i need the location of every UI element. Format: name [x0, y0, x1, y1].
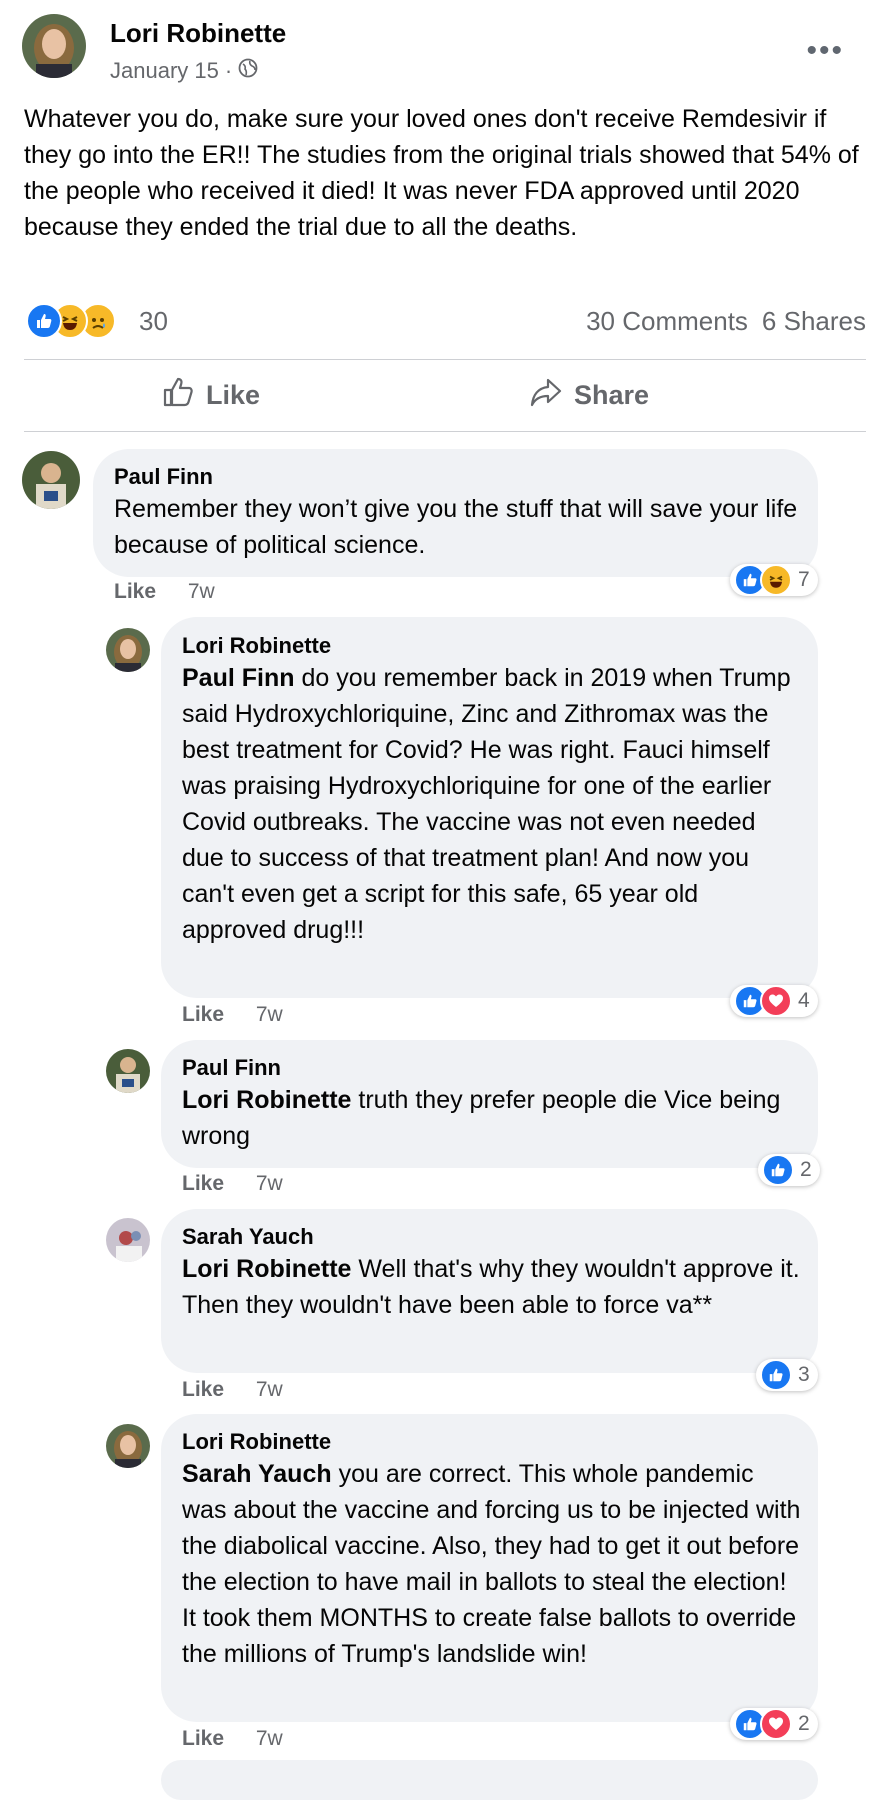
shares-count[interactable]: 6 Shares: [762, 306, 866, 337]
comment-meta: Like 7w: [182, 1172, 283, 1196]
reaction-count: 4: [798, 989, 810, 1012]
like-icon: [760, 1359, 792, 1391]
comment-body: do you remember back in 2019 when Trump …: [182, 664, 791, 944]
reaction-count: 7: [798, 568, 810, 591]
comment-time[interactable]: 7w: [256, 1378, 283, 1401]
share-button[interactable]: Share: [530, 376, 649, 415]
comment-author[interactable]: Paul Finn: [114, 464, 213, 490]
comment-reactions[interactable]: 7: [730, 564, 818, 596]
comment-time[interactable]: 7w: [256, 1172, 283, 1195]
like-button[interactable]: Like: [162, 376, 260, 415]
post-date-text[interactable]: January 15: [110, 58, 219, 84]
commenter-avatar[interactable]: [106, 1049, 150, 1093]
comment-reactions[interactable]: 3: [756, 1359, 818, 1391]
post-author-name[interactable]: Lori Robinette: [110, 18, 286, 49]
like-button-label: Like: [206, 380, 261, 410]
comment-reactions[interactable]: 2: [758, 1154, 820, 1186]
comment-like-button[interactable]: Like: [182, 1727, 224, 1750]
more-options-button[interactable]: •••: [806, 34, 844, 68]
reaction-count: 2: [800, 1158, 812, 1181]
love-icon: [760, 1708, 792, 1740]
reaction-count[interactable]: 30: [139, 306, 168, 337]
commenter-avatar[interactable]: [22, 451, 80, 509]
comment-meta: Like 7w: [182, 1003, 283, 1027]
comment-reactions[interactable]: 4: [730, 985, 818, 1017]
engagement-counts: 30 Comments 6 Shares: [586, 306, 866, 337]
love-icon: [760, 985, 792, 1017]
comment-author[interactable]: Sarah Yauch: [182, 1224, 314, 1250]
date-separator: ·: [224, 58, 233, 83]
comment-like-button[interactable]: Like: [182, 1378, 224, 1401]
mention[interactable]: Lori Robinette: [182, 1255, 351, 1283]
reaction-count: 3: [798, 1363, 810, 1386]
comments-count[interactable]: 30 Comments: [586, 306, 748, 337]
comment-time[interactable]: 7w: [256, 1727, 283, 1750]
divider: [24, 359, 866, 360]
comment-author[interactable]: Lori Robinette: [182, 1429, 331, 1455]
thumbs-up-icon: [162, 376, 194, 415]
comment-text: Remember they won’t give you the stuff t…: [114, 495, 798, 559]
mention[interactable]: Paul Finn: [182, 664, 295, 692]
commenter-avatar[interactable]: [106, 628, 150, 672]
commenter-avatar[interactable]: [106, 1218, 150, 1262]
comment-time[interactable]: 7w: [256, 1003, 283, 1026]
comment-body: you are correct. This whole pandemic was…: [182, 1460, 801, 1668]
comment-reactions[interactable]: 2: [730, 1708, 818, 1740]
comment-like-button[interactable]: Like: [182, 1003, 224, 1026]
comment-text: Sarah Yauch you are correct. This whole …: [182, 1456, 804, 1672]
share-button-label: Share: [574, 380, 650, 410]
commenter-avatar[interactable]: [106, 1424, 150, 1468]
comment-author[interactable]: Lori Robinette: [182, 633, 331, 659]
reaction-count: 2: [798, 1712, 810, 1735]
comment-meta: Like 7w: [182, 1727, 283, 1751]
comment-time[interactable]: 7w: [188, 580, 215, 603]
comment-text: Lori Robinette Well that's why they woul…: [182, 1251, 804, 1323]
globe-icon: [238, 58, 258, 84]
mention[interactable]: Sarah Yauch: [182, 1460, 332, 1488]
comment-meta: Like 7w: [114, 580, 215, 604]
comment-text: Paul Finn do you remember back in 2019 w…: [182, 660, 804, 948]
comment-like-button[interactable]: Like: [114, 580, 156, 603]
like-icon: [26, 303, 62, 339]
like-icon: [762, 1154, 794, 1186]
mention[interactable]: Lori Robinette: [182, 1086, 351, 1114]
author-avatar[interactable]: [22, 14, 86, 78]
post-text: Whatever you do, make sure your loved on…: [24, 105, 859, 241]
comment-bubble: [161, 1760, 818, 1800]
comment-meta: Like 7w: [182, 1378, 283, 1402]
share-icon: [530, 376, 562, 415]
post-date: January 15 ·: [110, 58, 258, 84]
comment-like-button[interactable]: Like: [182, 1172, 224, 1195]
divider: [24, 431, 866, 432]
comment-text: Lori Robinette truth they prefer people …: [182, 1082, 804, 1154]
comment-author[interactable]: Paul Finn: [182, 1055, 281, 1081]
haha-icon: [760, 564, 792, 596]
